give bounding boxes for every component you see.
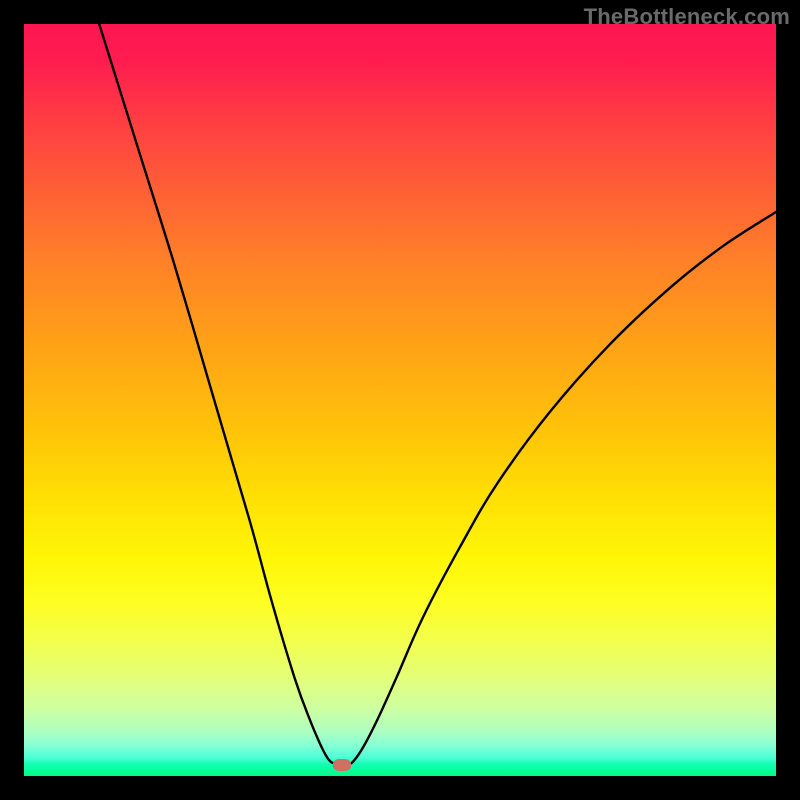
curve-svg (24, 24, 776, 776)
figure-frame: TheBottleneck.com (0, 0, 800, 800)
watermark-text: TheBottleneck.com (584, 4, 790, 30)
bottleneck-curve (99, 24, 776, 765)
plot-area (24, 24, 776, 776)
optimum-marker (333, 759, 351, 771)
